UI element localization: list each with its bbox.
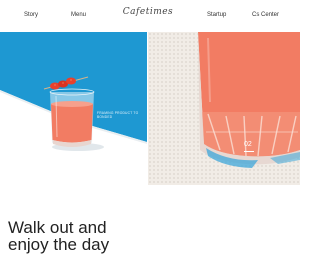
site-header: Story Menu Cafetimes Startup Cs Center — [0, 0, 300, 32]
hero-tagline: FRAMING PRODUCT TO BONDED — [97, 111, 139, 119]
brand-logo[interactable]: Cafetimes — [122, 7, 174, 17]
slide-number: 02 — [244, 141, 252, 148]
drink-on-table-illustration — [0, 76, 147, 185]
drink-closeup-illustration — [198, 32, 300, 168]
hero-image-left: FRAMING PRODUCT TO BONDED — [0, 32, 147, 185]
nav-cs-center[interactable]: Cs Center — [252, 12, 279, 18]
nav-menu[interactable]: Menu — [71, 12, 86, 18]
nav-story[interactable]: Story — [24, 12, 38, 18]
hero-image-right: 02 — [148, 32, 300, 185]
section-headline-second-line: enjoy the day — [8, 235, 110, 254]
slide-indicator-line — [244, 151, 254, 152]
nav-startup[interactable]: Startup — [207, 12, 226, 18]
